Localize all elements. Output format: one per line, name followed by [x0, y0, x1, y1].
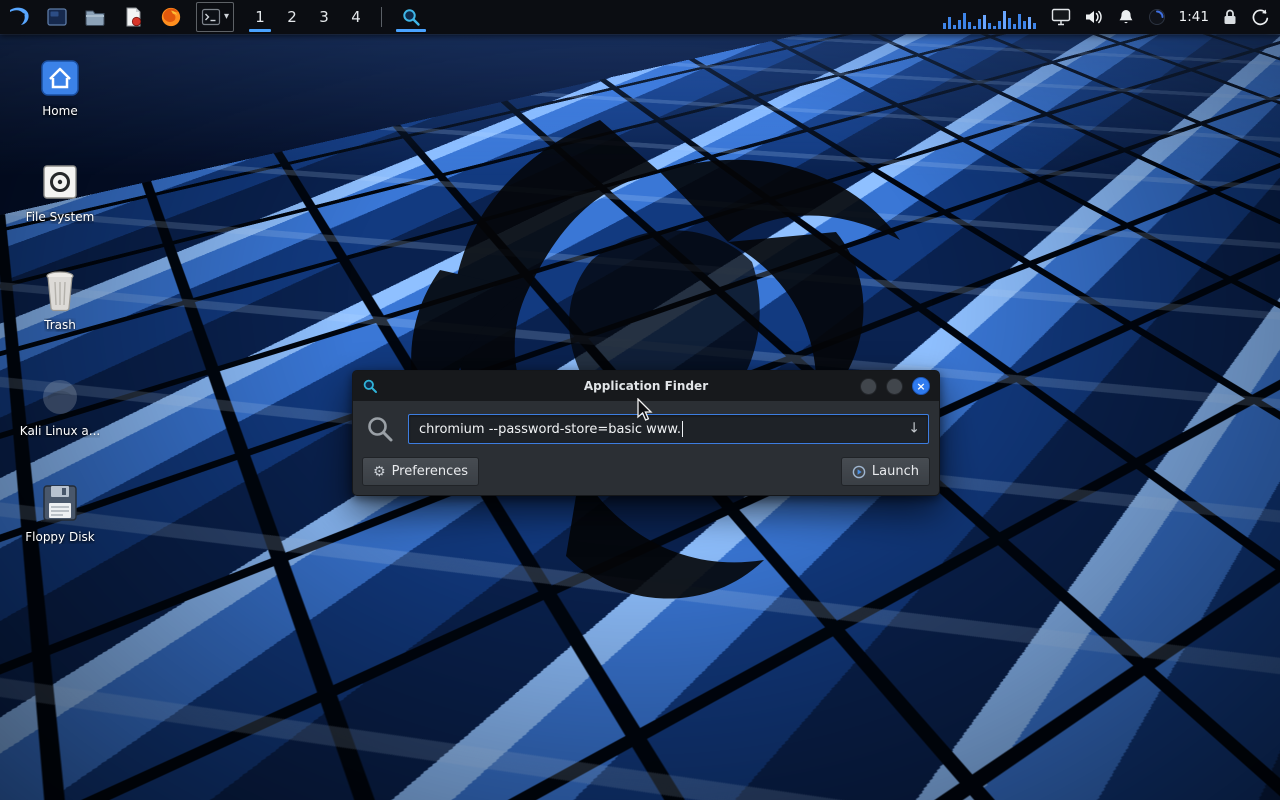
- text-editor-launcher[interactable]: [118, 2, 148, 32]
- window-launcher[interactable]: [42, 2, 72, 32]
- network-graph[interactable]: [943, 5, 1038, 29]
- home-icon: [38, 58, 82, 98]
- applications-menu-button[interactable]: [4, 2, 34, 32]
- workspace-label: 3: [319, 8, 329, 26]
- trash-icon: [40, 268, 80, 312]
- dialog-footer: ⚙ Preferences Launch: [362, 457, 930, 486]
- history-dropdown-arrow-icon[interactable]: ↓: [908, 422, 920, 436]
- top-panel: ▾ 1 2 3 4: [0, 0, 1280, 34]
- clock[interactable]: 1:41: [1179, 9, 1209, 25]
- file-system-icon: [38, 162, 82, 204]
- maximize-button[interactable]: [886, 378, 903, 395]
- desktop-icon-kali-linux[interactable]: Kali Linux a...: [10, 376, 110, 438]
- logout-icon[interactable]: [1251, 8, 1270, 27]
- command-input[interactable]: chromium --password-store=basic www. ↓: [408, 414, 929, 444]
- workspace-button-2[interactable]: 2: [276, 0, 308, 34]
- display-icon[interactable]: [1051, 8, 1071, 26]
- desktop-icon-file-system[interactable]: File System: [10, 162, 110, 224]
- active-workspace-indicator: [249, 29, 271, 32]
- floppy-disk-icon: [39, 482, 81, 524]
- launch-button-label: Launch: [872, 464, 919, 479]
- volume-icon[interactable]: [1084, 8, 1104, 26]
- panel-launchers: ▾: [0, 2, 234, 32]
- preferences-button-label: Preferences: [392, 464, 468, 479]
- desktop-icon-label: Home: [42, 104, 77, 118]
- desktop-icon-label: Kali Linux a...: [20, 424, 100, 438]
- file-manager-launcher[interactable]: [80, 2, 110, 32]
- command-text: chromium --password-store=basic www.: [419, 422, 681, 437]
- preferences-button[interactable]: ⚙ Preferences: [362, 457, 479, 486]
- desktop-icon-trash[interactable]: Trash: [10, 268, 110, 332]
- desktop-icon-floppy-disk[interactable]: Floppy Disk: [10, 482, 110, 544]
- titlebar[interactable]: Application Finder ×: [353, 371, 939, 401]
- workspace-label: 2: [287, 8, 297, 26]
- desktop-icon-home[interactable]: Home: [10, 58, 110, 118]
- workspace-label: 1: [255, 8, 265, 26]
- search-row: chromium --password-store=basic www. ↓: [353, 401, 939, 444]
- close-icon: ×: [916, 381, 925, 392]
- window-icon: [46, 6, 68, 28]
- launch-icon: [852, 465, 866, 479]
- status-tray-icon[interactable]: [1148, 8, 1166, 26]
- workspace-switcher: 1 2 3 4: [244, 0, 372, 34]
- panel-separator: [381, 7, 382, 27]
- workspace-button-3[interactable]: 3: [308, 0, 340, 34]
- kali-installer-icon: [39, 376, 81, 418]
- kali-logo-icon: [7, 5, 31, 29]
- chevron-down-icon: ▾: [224, 12, 229, 22]
- terminal-launcher[interactable]: ▾: [196, 2, 234, 32]
- minimize-button[interactable]: [860, 378, 877, 395]
- window-buttons: ×: [860, 377, 930, 395]
- launch-button[interactable]: Launch: [841, 457, 930, 486]
- workspace-label: 4: [351, 8, 361, 26]
- folder-icon: [84, 6, 106, 28]
- terminal-icon: [201, 7, 221, 27]
- gear-icon: ⚙: [373, 465, 386, 479]
- app-finder-panel-button[interactable]: [391, 0, 431, 34]
- panel-status-area: 1:41: [943, 5, 1280, 29]
- notifications-bell-icon[interactable]: [1117, 8, 1135, 26]
- close-button[interactable]: ×: [912, 377, 930, 395]
- text-caret: [682, 421, 683, 437]
- desktop-icon-label: Trash: [44, 318, 76, 332]
- workspace-button-4[interactable]: 4: [340, 0, 372, 34]
- app-finder-window-icon: [362, 378, 378, 394]
- search-icon: [365, 414, 395, 444]
- magnifier-icon: [401, 7, 421, 27]
- firefox-icon: [160, 6, 182, 28]
- active-app-indicator: [396, 29, 426, 32]
- lock-screen-icon[interactable]: [1222, 8, 1238, 26]
- desktop-icon-label: File System: [26, 210, 95, 224]
- document-icon: [122, 6, 144, 28]
- workspace-button-1[interactable]: 1: [244, 0, 276, 34]
- desktop-icon-label: Floppy Disk: [25, 530, 95, 544]
- window-title: Application Finder: [353, 379, 939, 393]
- firefox-launcher[interactable]: [156, 2, 186, 32]
- application-finder-window: Application Finder × chromium --password…: [352, 370, 940, 496]
